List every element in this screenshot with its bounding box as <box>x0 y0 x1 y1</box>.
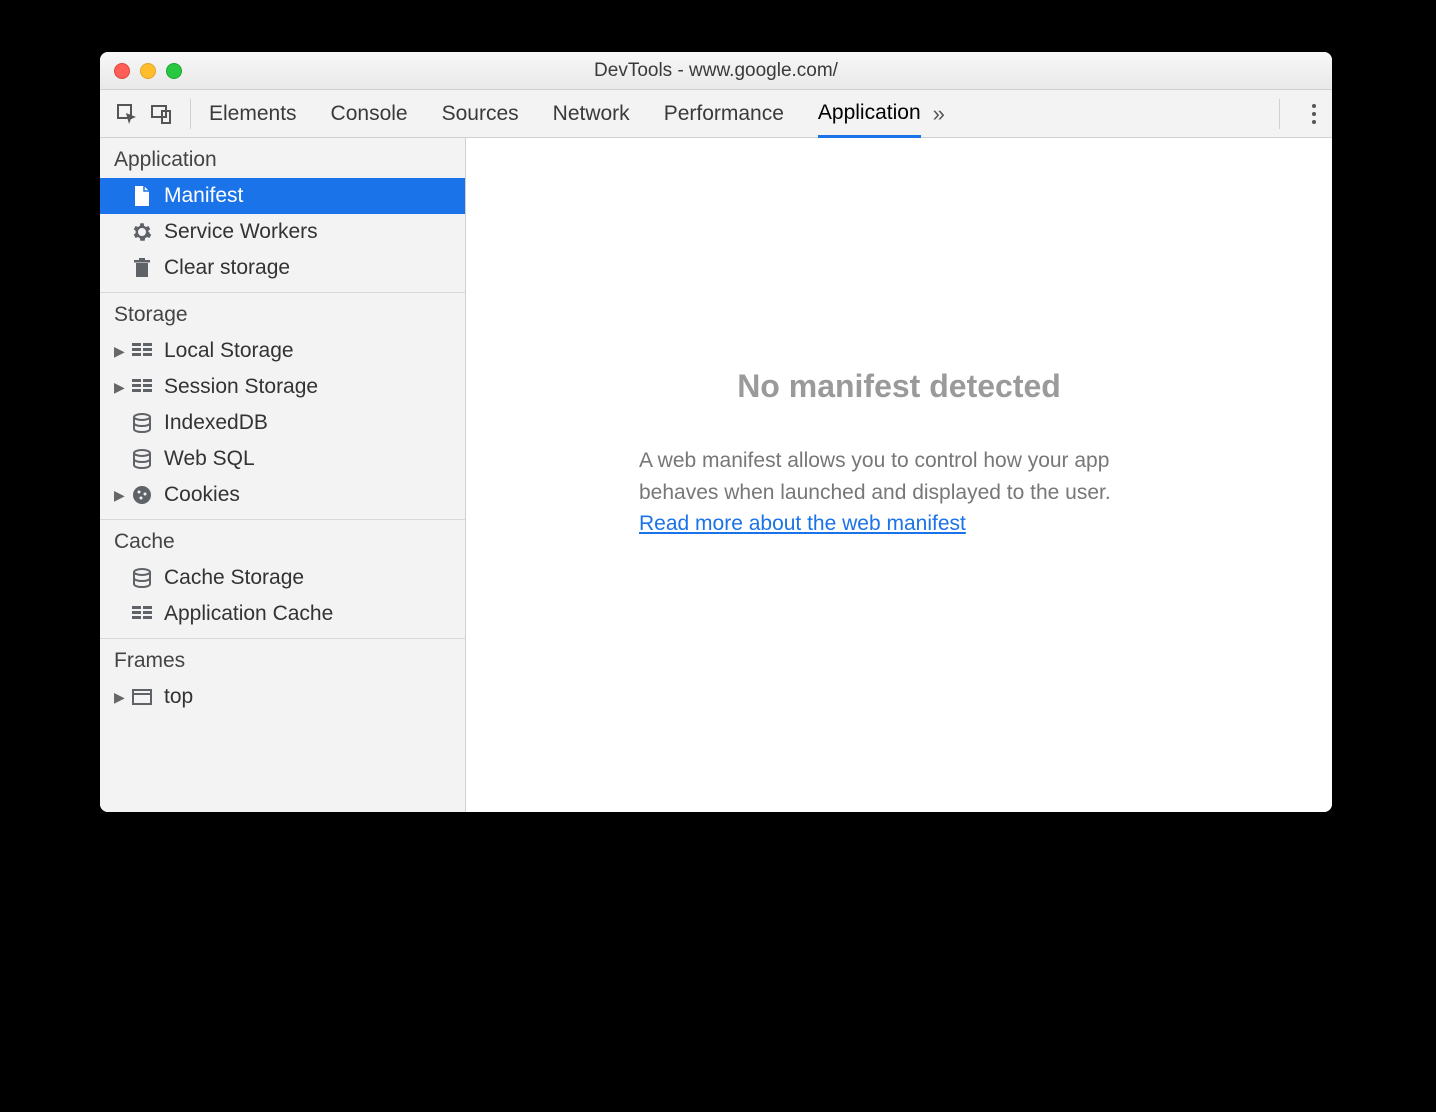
sidebar-section-storage: Storage <box>100 293 465 333</box>
tab-performance[interactable]: Performance <box>664 90 784 137</box>
sidebar-item-label: Manifest <box>164 184 243 208</box>
sidebar-item-cookies[interactable]: ▶ Cookies <box>100 477 465 513</box>
traffic-lights <box>114 63 182 79</box>
manifest-body-text: A web manifest allows you to control how… <box>639 449 1111 504</box>
disclosure-triangle-icon[interactable]: ▶ <box>114 487 128 504</box>
sidebar-item-service-workers[interactable]: Service Workers <box>100 214 465 250</box>
sidebar-item-label: Local Storage <box>164 339 294 363</box>
devtools-body: Application Manifest Service Workers Clear … <box>100 138 1332 812</box>
db-icon <box>130 411 154 435</box>
devtools-toolbar: Elements Console Sources Network Performance… <box>100 90 1332 138</box>
application-sidebar: Application Manifest Service Workers Clear … <box>100 138 466 812</box>
sidebar-section-application: Application <box>100 138 465 178</box>
trash-icon <box>130 256 154 280</box>
sidebar-item-top[interactable]: ▶ top <box>100 679 465 715</box>
sidebar-section-cache: Cache <box>100 520 465 560</box>
sidebar-item-label: Clear storage <box>164 256 290 280</box>
sidebar-item-label: Application Cache <box>164 602 333 626</box>
sidebar-item-local-storage[interactable]: ▶ Local Storage <box>100 333 465 369</box>
grid-icon <box>130 339 154 363</box>
toolbar-divider <box>190 99 191 129</box>
tab-elements[interactable]: Elements <box>209 90 297 137</box>
window-title: DevTools - www.google.com/ <box>100 60 1332 82</box>
minimize-window-button[interactable] <box>140 63 156 79</box>
sidebar-item-application-cache[interactable]: Application Cache <box>100 596 465 632</box>
disclosure-triangle-icon[interactable]: ▶ <box>114 379 128 396</box>
sidebar-item-label: Service Workers <box>164 220 318 244</box>
sidebar-section-frames: Frames <box>100 639 465 679</box>
grid-icon <box>130 602 154 626</box>
sidebar-item-cache-storage[interactable]: Cache Storage <box>100 560 465 596</box>
close-window-button[interactable] <box>114 63 130 79</box>
disclosure-triangle-icon[interactable]: ▶ <box>114 343 128 360</box>
devtools-tabs: Elements Console Sources Network Performance… <box>203 90 921 137</box>
manifest-pane: No manifest detected A web manifest allo… <box>466 138 1332 812</box>
more-tabs-chevron-icon[interactable]: » <box>933 101 945 127</box>
inspect-element-icon[interactable] <box>110 97 144 131</box>
sidebar-item-web-sql[interactable]: Web SQL <box>100 441 465 477</box>
device-toggle-icon[interactable] <box>144 97 178 131</box>
sidebar-item-indexeddb[interactable]: IndexedDB <box>100 405 465 441</box>
disclosure-triangle-icon[interactable]: ▶ <box>114 689 128 706</box>
cookie-icon <box>130 483 154 507</box>
sidebar-item-session-storage[interactable]: ▶ Session Storage <box>100 369 465 405</box>
manifest-heading: No manifest detected <box>737 368 1061 405</box>
toolbar-divider <box>1279 99 1280 129</box>
sidebar-item-manifest[interactable]: Manifest <box>100 178 465 214</box>
sidebar-item-label: Cookies <box>164 483 240 507</box>
gear-icon <box>130 220 154 244</box>
tab-network[interactable]: Network <box>553 90 630 137</box>
titlebar: DevTools - www.google.com/ <box>100 52 1332 90</box>
tab-sources[interactable]: Sources <box>442 90 519 137</box>
db-icon <box>130 447 154 471</box>
file-icon <box>130 184 154 208</box>
sidebar-item-label: IndexedDB <box>164 411 268 435</box>
tab-application[interactable]: Application <box>818 91 921 138</box>
sidebar-item-clear-storage[interactable]: Clear storage <box>100 250 465 286</box>
db-icon <box>130 566 154 590</box>
maximize-window-button[interactable] <box>166 63 182 79</box>
grid-icon <box>130 375 154 399</box>
sidebar-item-label: Cache Storage <box>164 566 304 590</box>
tab-console[interactable]: Console <box>331 90 408 137</box>
sidebar-item-label: top <box>164 685 193 709</box>
devtools-window: DevTools - www.google.com/ Elements Conso… <box>100 52 1332 812</box>
manifest-read-more-link[interactable]: Read more about the web manifest <box>639 512 966 535</box>
kebab-menu-icon[interactable] <box>1312 104 1316 124</box>
sidebar-item-label: Session Storage <box>164 375 318 399</box>
sidebar-item-label: Web SQL <box>164 447 255 471</box>
frame-icon <box>130 685 154 709</box>
